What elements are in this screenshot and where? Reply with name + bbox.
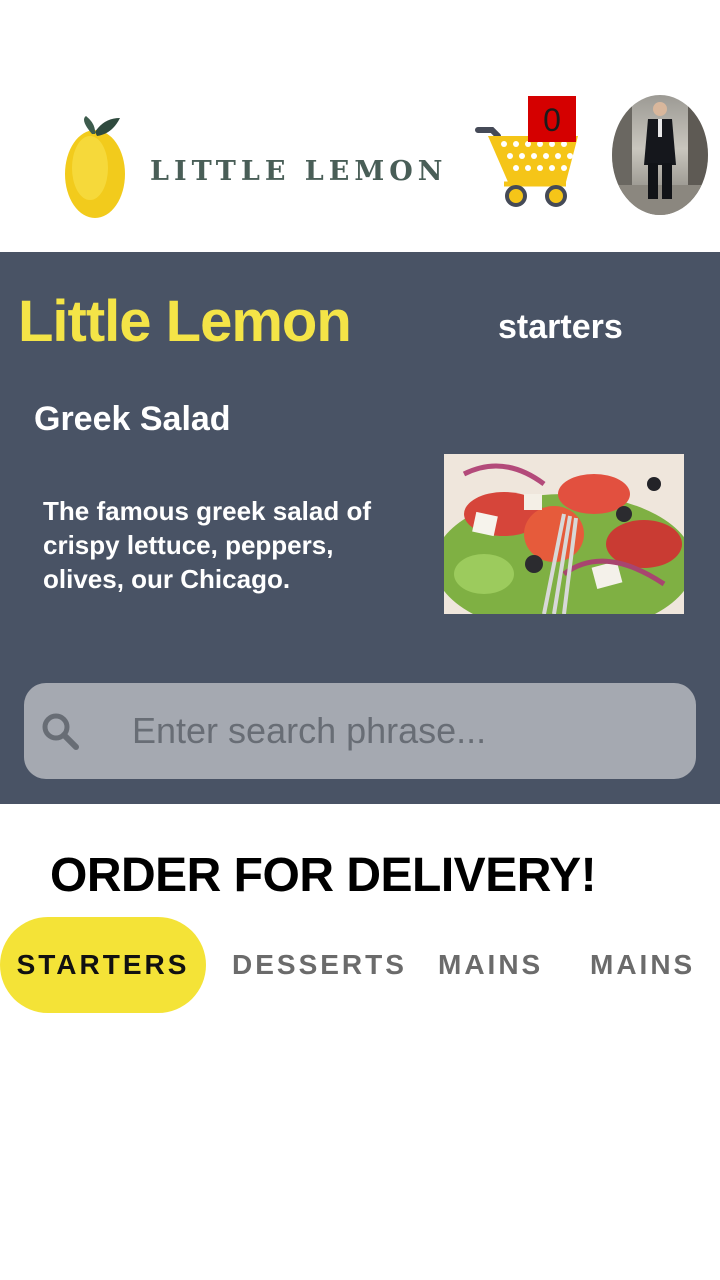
salad-photo <box>444 454 684 614</box>
tab-mains-2[interactable]: MAINS <box>590 917 695 1013</box>
greek-salad-image <box>444 454 684 614</box>
search-icon <box>42 713 79 750</box>
profile-avatar[interactable] <box>612 95 708 215</box>
little-lemon-logo[interactable]: LITTLE LEMON <box>62 112 452 224</box>
featured-dish-name: Greek Salad <box>34 400 231 438</box>
order-for-delivery-heading: ORDER FOR DELIVERY! <box>50 849 597 902</box>
logo-wordmark: LITTLE LEMON <box>150 156 448 187</box>
tab-desserts[interactable]: DESSERTS <box>232 917 407 1013</box>
search-bar[interactable] <box>24 683 696 779</box>
featured-dish-description: The famous greek salad of crispy lettuce… <box>43 496 371 594</box>
app-header: LITTLE LEMON 0 <box>0 0 720 252</box>
lemon-icon <box>65 116 125 218</box>
search-input[interactable] <box>132 683 672 779</box>
hero-category: starters <box>498 308 623 346</box>
tab-mains[interactable]: MAINS <box>438 917 543 1013</box>
tab-starters[interactable]: STARTERS <box>0 917 206 1013</box>
profile-photo <box>612 95 708 215</box>
app-screen: LITTLE LEMON 0 Little Lemon starters Gre… <box>0 0 720 1280</box>
cart-button[interactable]: 0 <box>474 96 580 212</box>
hero-banner: Little Lemon starters Greek Salad The fa… <box>0 252 720 804</box>
cart-count-badge: 0 <box>528 96 576 142</box>
hero-title: Little Lemon <box>18 289 352 354</box>
category-tabs: STARTERS DESSERTS MAINS MAINS <box>0 917 720 1013</box>
